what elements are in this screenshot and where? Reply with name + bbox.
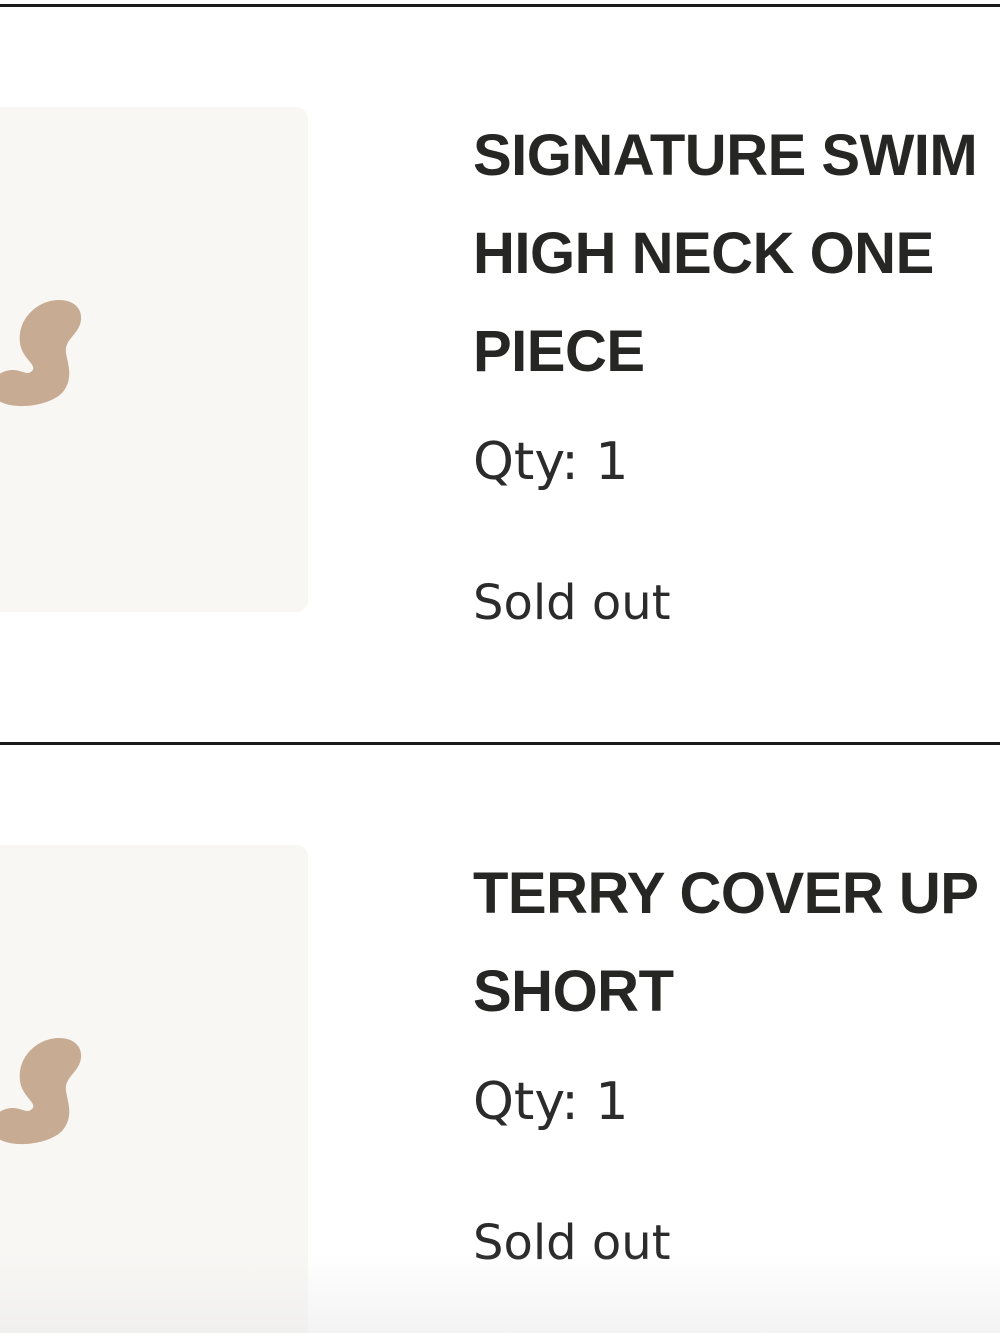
product-thumbnail[interactable] — [0, 845, 308, 1333]
product-title[interactable]: SIGNATURE SWIM HIGH NECK ONE PIECE — [473, 107, 1000, 401]
stock-status: Sold out — [473, 1215, 671, 1271]
brand-s-logo-icon — [0, 300, 82, 407]
item-details: SIGNATURE SWIM HIGH NECK ONE PIECE Qty: … — [473, 107, 1000, 631]
product-title-line: TERRY COVER UP — [473, 861, 979, 926]
item-details: TERRY COVER UP SHORT Qty: 1 Sold out — [473, 845, 1000, 1271]
product-thumbnail[interactable] — [0, 107, 308, 612]
cart-item: SIGNATURE SWIM HIGH NECK ONE PIECE Qty: … — [0, 7, 1000, 743]
product-title-line: HIGH NECK ONE — [473, 221, 934, 286]
quantity-label: Qty: 1 — [473, 432, 629, 492]
stock-status: Sold out — [473, 575, 671, 631]
product-title-line: SIGNATURE SWIM — [473, 123, 978, 188]
product-title-line: PIECE — [473, 319, 645, 384]
product-title-line: SHORT — [473, 959, 674, 1024]
quantity-label: Qty: 1 — [473, 1072, 629, 1132]
product-title[interactable]: TERRY COVER UP SHORT — [473, 845, 1000, 1041]
cart-item: TERRY COVER UP SHORT Qty: 1 Sold out — [0, 745, 1000, 1333]
brand-s-logo-icon — [0, 1038, 82, 1145]
